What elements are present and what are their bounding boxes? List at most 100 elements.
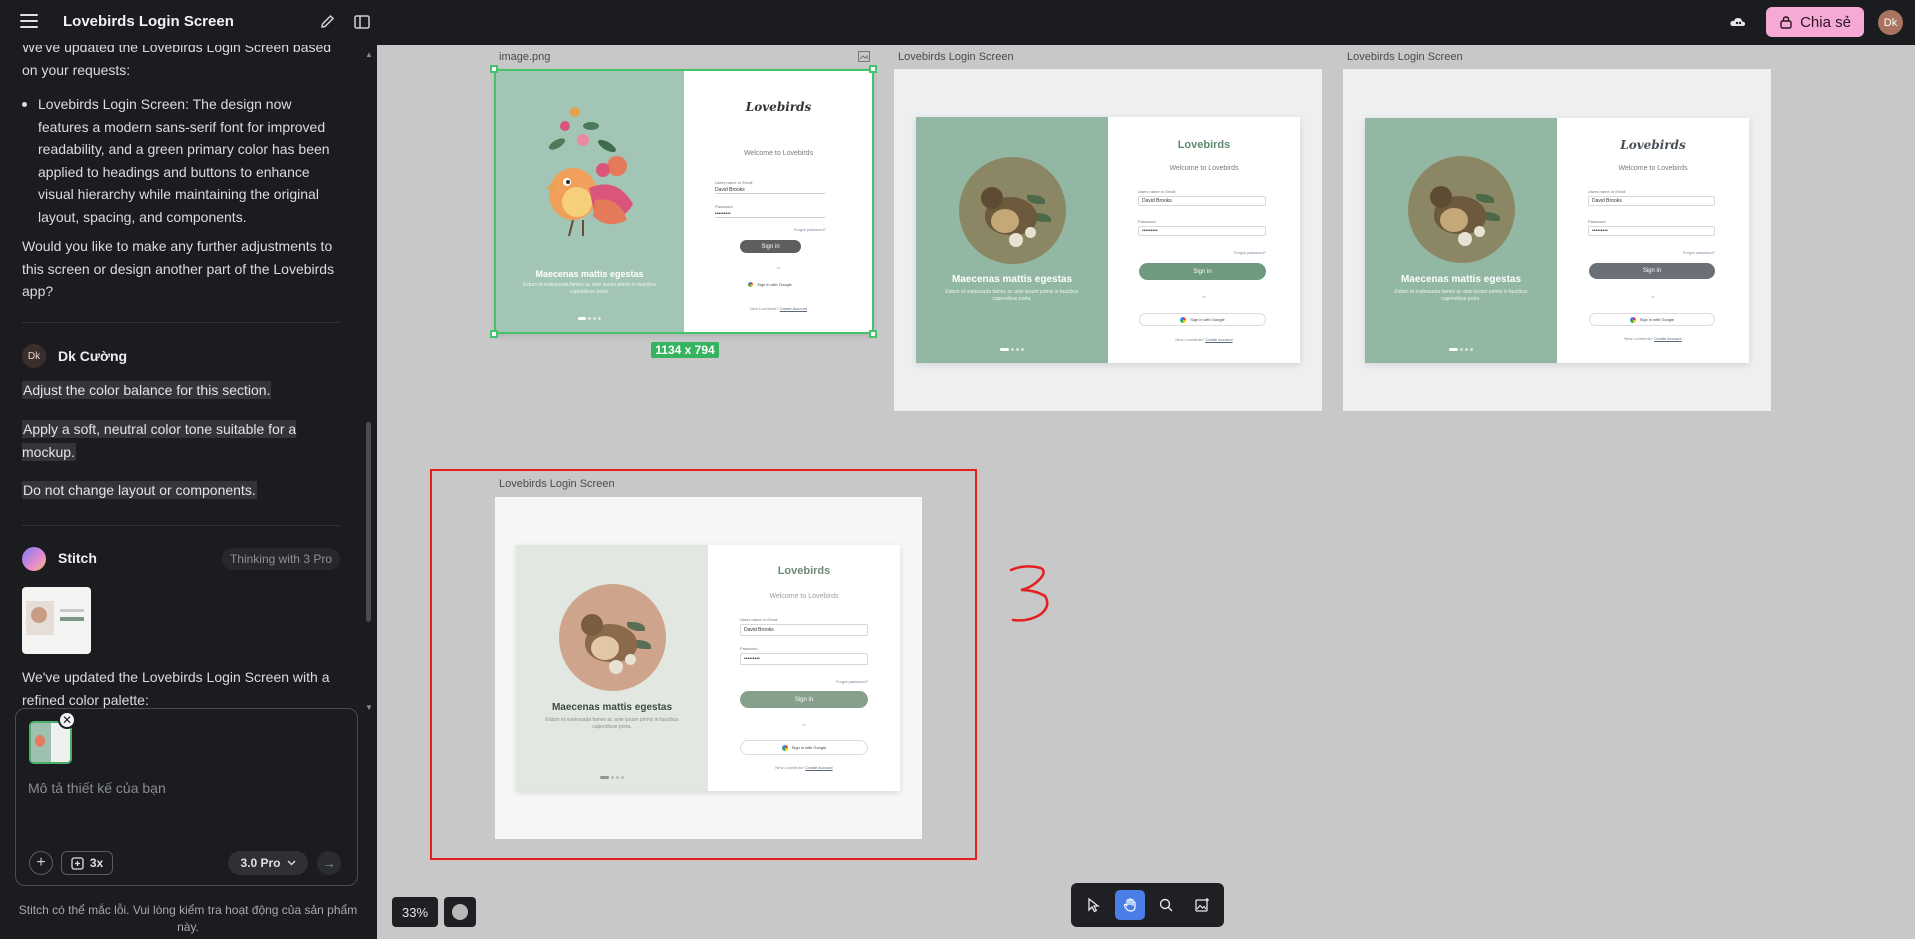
carousel-dots[interactable] — [916, 341, 1108, 359]
hero-panel: Maecenas mattis egestas Eidum et malesua… — [1365, 118, 1557, 363]
search-icon — [1159, 898, 1173, 912]
or-divider: or — [1651, 294, 1655, 299]
add-button[interactable]: + — [29, 851, 53, 875]
screen-variant-1[interactable]: Maecenas mattis egestas Eidum et malesua… — [916, 117, 1300, 363]
theme-toggle-button[interactable] — [444, 897, 476, 927]
google-icon — [1180, 316, 1187, 323]
scroll-down-icon[interactable]: ▼ — [365, 703, 373, 712]
resize-handle[interactable] — [490, 65, 498, 73]
sign-in-button[interactable]: Sign in — [1139, 263, 1266, 280]
model-selector[interactable]: 3.0 Pro — [228, 851, 308, 875]
user-name: Dk Cường — [58, 348, 128, 364]
hero-title: Maecenas mattis egestas — [951, 274, 1073, 285]
google-sign-in-button[interactable]: Sign in with Google — [1589, 313, 1715, 326]
message-divider — [22, 322, 340, 323]
hand-tool-button[interactable] — [1115, 890, 1145, 920]
chat-sidebar: We've updated the Lovebirds Login Screen… — [0, 45, 377, 939]
image-tool-button[interactable] — [1187, 890, 1217, 920]
bird-medallion — [959, 157, 1066, 264]
sign-in-button[interactable]: Sign in — [1589, 263, 1715, 279]
forgot-password-link[interactable]: Forgot password? — [1588, 250, 1715, 255]
create-account-row: New Lovebirds? Create Account — [1557, 336, 1749, 341]
panel-toggle-icon[interactable] — [352, 12, 372, 32]
password-input[interactable]: ••••••••• — [1138, 226, 1266, 236]
selection-outline — [494, 69, 874, 334]
user-message-text: Do not change layout or components. — [22, 481, 257, 499]
variants-label: 3x — [89, 856, 104, 870]
frame-label[interactable]: Lovebirds Login Screen — [1347, 51, 1463, 63]
google-sign-in-label: Sign in with Google — [1190, 317, 1225, 322]
search-tool-button[interactable] — [1151, 890, 1181, 920]
chat-scrollbar[interactable]: ▲ ▼ — [365, 50, 373, 712]
resize-handle[interactable] — [490, 330, 498, 338]
add-image-icon — [1195, 898, 1209, 912]
create-account-link[interactable]: Create Account — [1654, 336, 1681, 341]
google-icon — [1629, 316, 1636, 323]
login-panel: Lovebirds Welcome to Lovebirds Users nam… — [1557, 118, 1749, 363]
thinking-badge[interactable]: Thinking with 3 Pro — [221, 548, 340, 570]
scroll-up-icon[interactable]: ▲ — [365, 50, 373, 59]
user-message-text: Adjust the color balance for this sectio… — [22, 381, 272, 399]
password-label: Password — [1138, 219, 1156, 224]
hand-icon — [1123, 898, 1136, 912]
forgot-password-link[interactable]: Forgot password? — [1138, 250, 1266, 255]
scroll-thumb[interactable] — [366, 422, 371, 622]
user-message-line: Apply a soft, neutral color tone suitabl… — [22, 418, 322, 463]
assistant-message-question: Would you like to make any further adjus… — [22, 238, 335, 299]
select-tool-button[interactable] — [1079, 890, 1109, 920]
hero-panel: Maecenas mattis egestas Eidum et malesua… — [916, 117, 1108, 363]
user-avatar[interactable]: Dk — [1878, 10, 1903, 35]
size-tag: 1134 x 794 — [651, 342, 719, 358]
bird-medallion — [1408, 156, 1515, 263]
username-label: Users name or Email — [1588, 189, 1626, 194]
resize-handle[interactable] — [869, 65, 877, 73]
cloud-icon[interactable] — [1728, 12, 1748, 32]
top-bar: Lovebirds Login Screen Chia sẻ Dk — [0, 0, 1915, 45]
prompt-composer: ✕ + 3x 3.0 Pro → — [15, 708, 358, 886]
google-sign-in-button[interactable]: Sign in with Google — [1139, 313, 1266, 326]
red-highlight-box — [430, 469, 977, 860]
carousel-dots[interactable] — [1365, 341, 1557, 359]
chevron-down-icon — [287, 860, 295, 866]
welcome-text: Welcome to Lovebirds — [1618, 165, 1688, 172]
circle-icon — [452, 904, 468, 920]
hero-text: Eidum et malesuada fames ac ante ipsum p… — [1394, 289, 1528, 302]
prompt-input[interactable] — [28, 777, 338, 799]
login-panel: Lovebirds Welcome to Lovebirds Users nam… — [1108, 117, 1300, 363]
share-label: Chia sẻ — [1800, 13, 1851, 31]
canvas-toolbar — [1071, 883, 1224, 927]
create-account-row: New Lovebirds? Create Account — [1108, 337, 1300, 342]
username-input[interactable]: David Brooks — [1588, 196, 1715, 206]
user-message-line: Do not change layout or components. — [22, 479, 322, 502]
password-label: Password — [1588, 219, 1606, 224]
new-user-text: New Lovebirds? — [1175, 337, 1205, 342]
menu-icon[interactable] — [20, 14, 38, 30]
message-divider — [22, 525, 340, 526]
edit-icon[interactable] — [318, 12, 338, 32]
username-input[interactable]: David Brooks — [1138, 196, 1266, 206]
frame-label[interactable]: Lovebirds Login Screen — [898, 51, 1014, 63]
screen-variant-2[interactable]: Maecenas mattis egestas Eidum et malesua… — [1365, 118, 1749, 363]
zoom-level[interactable]: 33% — [392, 897, 438, 927]
send-button[interactable]: → — [317, 851, 341, 875]
annotation-text: 3 — [1005, 562, 1006, 563]
create-account-link[interactable]: Create Account — [1205, 337, 1232, 342]
username-label: Users name or Email — [1138, 189, 1176, 194]
password-input[interactable]: ••••••••• — [1588, 226, 1715, 236]
project-title: Lovebirds Login Screen — [63, 13, 234, 30]
or-divider: or — [1202, 294, 1206, 299]
variants-button[interactable]: 3x — [61, 851, 113, 875]
resize-handle[interactable] — [869, 330, 877, 338]
lock-icon — [1780, 16, 1792, 29]
user-message-header: Dk Dk Cường — [22, 344, 127, 368]
user-message-line: Adjust the color balance for this sectio… — [22, 379, 322, 402]
agent-reply: We've updated the Lovebirds Login Screen… — [22, 669, 330, 708]
hero-title: Maecenas mattis egestas — [1400, 274, 1522, 285]
design-thumbnail[interactable] — [22, 587, 91, 654]
hero-text: Eidum et malesuada fames ac ante ipsum p… — [945, 289, 1079, 302]
user-avatar-small: Dk — [22, 344, 46, 368]
remove-attachment-icon[interactable]: ✕ — [58, 711, 76, 729]
brand-logo: Lovebirds — [1620, 138, 1686, 152]
share-button[interactable]: Chia sẻ — [1766, 7, 1864, 37]
frame-label[interactable]: image.png — [499, 51, 550, 63]
